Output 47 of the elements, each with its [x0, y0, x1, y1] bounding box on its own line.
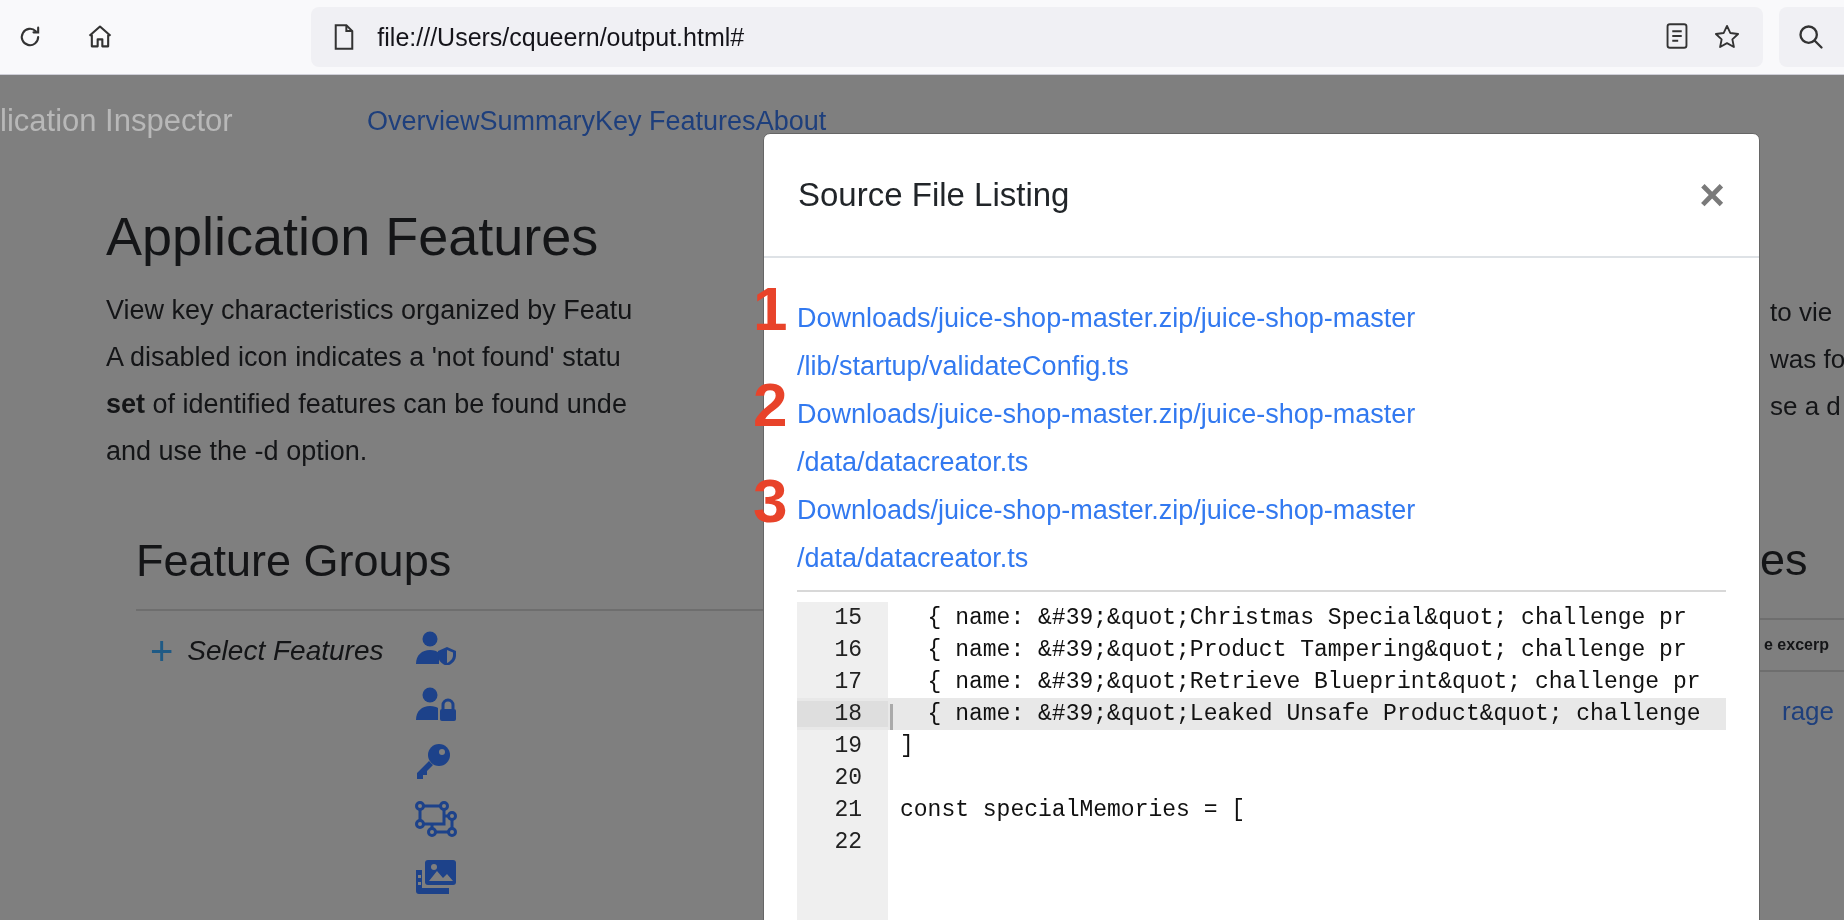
code-line: { name: &#39;&quot;Retrieve Blueprint&quot; challenge pr	[926, 669, 1701, 695]
search-icon[interactable]	[1797, 23, 1826, 51]
reader-view-icon[interactable]	[1664, 23, 1689, 49]
intro-text: and use the -d option.	[106, 435, 369, 468]
file-link[interactable]: Downloads/juice-shop-master.zip/juice-shop-master /data/datacreator.ts	[797, 486, 1416, 582]
section-title: Feature Groups	[136, 534, 453, 588]
intro-text: View key characteristics organized by Featu	[106, 294, 634, 327]
text-cursor	[890, 704, 893, 730]
intro-text: to vie	[1770, 296, 1834, 329]
nav-link[interactable]: Summary	[479, 106, 596, 136]
close-button[interactable]: ×	[1699, 173, 1725, 217]
key-icon	[415, 743, 452, 779]
code-line: { name: &#39;&quot;Christmas Special&quot; challenge pr	[926, 605, 1687, 631]
modal-title: Source File Listing	[798, 176, 1070, 214]
star-icon[interactable]	[1712, 23, 1741, 51]
line-number: 22	[833, 829, 863, 855]
intro-text: se a d	[1770, 390, 1842, 423]
section-title: es	[1760, 533, 1809, 587]
nav-link[interactable]: Key Features	[595, 106, 756, 136]
page-icon	[333, 24, 356, 50]
code-line: { name: &#39;&quot;Leaked Unsafe Product&quot; challenge	[926, 701, 1701, 727]
code-line: ]	[900, 733, 914, 759]
code-line: const specialMemories = [	[900, 797, 1246, 823]
user-lock-icon	[415, 687, 458, 721]
select-features-button[interactable]: + Select Features	[150, 631, 384, 671]
line-number: 15	[833, 605, 863, 631]
intro-text: A disabled icon indicates a 'not found' statu	[106, 341, 622, 374]
user-shield-icon	[415, 631, 458, 665]
code-line: { name: &#39;&quot;Product Tampering&quot; challenge pr	[926, 637, 1687, 663]
file-link[interactable]: Downloads/juice-shop-master.zip/juice-shop-master /lib/startup/validateConfig.ts	[797, 294, 1416, 390]
nav-link[interactable]: Overview	[367, 106, 480, 136]
nav-link[interactable]: rage	[1782, 696, 1844, 727]
line-number: 16	[833, 637, 863, 663]
file-link[interactable]: Downloads/juice-shop-master.zip/juice-shop-master /data/datacreator.ts	[797, 390, 1416, 486]
images-icon	[415, 859, 458, 895]
line-number: 18	[797, 701, 888, 727]
vector-square-icon	[415, 801, 458, 837]
nav-link[interactable]: About	[755, 106, 827, 136]
line-number: 20	[833, 765, 863, 791]
intro-text: set of identified features can be found unde	[106, 388, 628, 421]
plus-icon: +	[150, 631, 174, 671]
line-number: 21	[833, 797, 863, 823]
intro-text: was fo	[1770, 343, 1844, 376]
line-number: 19	[833, 733, 863, 759]
url-field[interactable]: file:///Users/cqueern/output.html#	[311, 7, 1763, 67]
line-number: 17	[833, 669, 863, 695]
page-title: Application Features	[106, 205, 600, 268]
